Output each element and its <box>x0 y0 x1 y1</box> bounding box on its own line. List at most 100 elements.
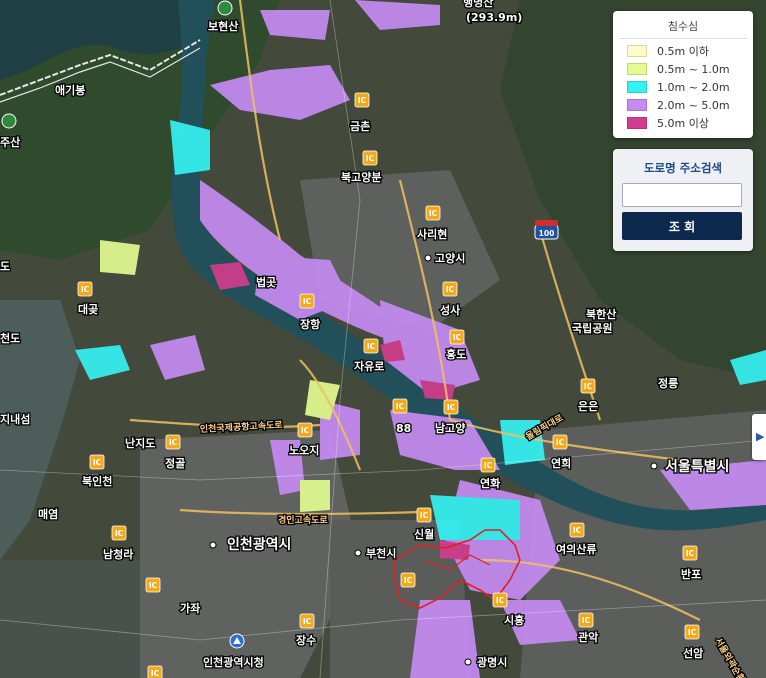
ic-label: IC <box>584 382 593 391</box>
place-banpo: 반포 <box>681 567 701 581</box>
place-nanjido: 난지도 <box>125 436 155 450</box>
ic-marker: IC <box>165 434 181 450</box>
address-search-input[interactable] <box>622 183 742 207</box>
legend-swatch <box>627 117 647 129</box>
ic-label: IC <box>404 576 413 585</box>
ic-label: IC <box>169 438 178 447</box>
legend-label: 5.0m 이상 <box>657 117 709 130</box>
place-geumchon: 금촌 <box>350 119 370 133</box>
place-yeouido: 여의산류 <box>556 542 596 556</box>
place-incheon-cityhall: 인천광역시청 <box>203 655 264 669</box>
ic-marker: IC <box>392 398 408 414</box>
legend-item: 5.0m 이상 <box>613 114 753 132</box>
place-gwanak: 관악 <box>578 630 598 644</box>
ic-label: IC <box>93 458 102 467</box>
ic-marker: IC <box>425 205 441 221</box>
ic-label: IC <box>366 154 375 163</box>
place-88: 88 <box>396 422 411 435</box>
place-bukhansan-l1: 북한산 <box>586 307 616 321</box>
ic-label: IC <box>447 403 456 412</box>
place-daegot: 대곶 <box>78 302 98 316</box>
ic-label: IC <box>115 529 124 538</box>
ic-marker: IC <box>111 525 127 541</box>
place-gajwa: 가좌 <box>180 601 200 615</box>
place-jangsu: 장수 <box>296 633 316 647</box>
place-gwangmyeong: 광명시 <box>477 655 507 669</box>
place-incheon-city: 인천광역시 <box>227 536 291 553</box>
ic-label: IC <box>396 402 405 411</box>
ic-marker: IC <box>578 612 594 628</box>
place-jinaeseom: 지내섬 <box>0 412 30 426</box>
place-seonam: 선암 <box>683 646 703 660</box>
mountain-icon <box>1 113 17 129</box>
road-gyeongin: 경인고속도로 <box>278 514 328 526</box>
legend-label: 2.0m ~ 5.0m <box>657 98 730 112</box>
place-sinwol: 신월 <box>414 527 434 541</box>
ic-marker: IC <box>580 378 596 394</box>
place-goyang: 고양시 <box>435 251 465 265</box>
place-jayuro: 자유로 <box>354 359 384 373</box>
place-bohyeonsan: 보현산 <box>208 19 238 33</box>
ic-marker: IC <box>354 92 370 108</box>
ic-label: IC <box>429 209 438 218</box>
ic-label: IC <box>686 549 695 558</box>
chevron-right-icon: ▶ <box>756 430 765 443</box>
legend-item: 2.0m ~ 5.0m <box>613 96 753 114</box>
place-jeonggol: 정골 <box>165 456 185 470</box>
address-search-panel: 도로명 주소검색 조 회 <box>613 149 753 251</box>
place-yeonhui: 연희 <box>551 456 571 470</box>
ic-marker: IC <box>363 338 379 354</box>
place-yeonhwa: 연화 <box>480 476 500 490</box>
place-bukinchon: 북인천 <box>82 474 112 488</box>
side-panel-toggle[interactable]: ▶ <box>752 414 766 460</box>
place-bukhansan-l2: 국립공원 <box>572 321 612 335</box>
ic-marker: IC <box>147 665 163 678</box>
ic-label: IC <box>151 669 160 678</box>
place-do: 도 <box>0 260 10 273</box>
legend-label: 0.5m 이하 <box>657 45 709 58</box>
place-eungam: 은은 <box>578 400 598 413</box>
ic-label: IC <box>582 616 591 625</box>
ic-marker: IC <box>145 577 161 593</box>
place-bucheon: 부천시 <box>366 546 396 560</box>
ic-label: IC <box>81 285 90 294</box>
ic-label: IC <box>446 285 455 294</box>
legend-swatch <box>627 45 647 57</box>
ic-marker: IC <box>552 434 568 450</box>
ic-label: IC <box>453 333 462 342</box>
ic-label: IC <box>556 438 565 447</box>
ic-label: IC <box>301 426 310 435</box>
ic-label: IC <box>688 628 697 637</box>
place-jeongneung: 정릉 <box>658 376 678 390</box>
ic-marker: IC <box>443 399 459 415</box>
search-title: 도로명 주소검색 <box>643 161 723 175</box>
legend-item: 1.0m ~ 2.0m <box>613 78 753 96</box>
legend-swatch <box>627 99 647 111</box>
place-hwamyeong: 행명산 <box>463 0 493 9</box>
ic-label: IC <box>484 461 493 470</box>
ic-label: IC <box>367 342 376 351</box>
ic-marker: IC <box>684 624 700 640</box>
ic-label: IC <box>420 511 429 520</box>
cityhall-icon <box>229 633 245 649</box>
ic-label: IC <box>303 617 312 626</box>
ic-marker: IC <box>89 454 105 470</box>
place-seoul: 서울특별시 <box>665 458 729 475</box>
place-siheung: 시흥 <box>504 613 524 627</box>
ic-label: IC <box>149 581 158 590</box>
ic-marker: IC <box>442 281 458 297</box>
legend-label: 0.5m ~ 1.0m <box>657 62 730 76</box>
place-maeyeom: 매염 <box>38 507 58 521</box>
place-hwado: 홍도 <box>446 347 466 361</box>
legend-item: 0.5m ~ 1.0m <box>613 60 753 78</box>
flood-depth-legend: 침수심 0.5m 이하 0.5m ~ 1.0m 1.0m ~ 2.0m 2.0m ~ … <box>613 11 753 138</box>
place-seongsa: 성사 <box>440 303 461 317</box>
legend-item: 0.5m 이하 <box>613 42 753 60</box>
place-saridan: 사리현 <box>417 227 447 241</box>
ic-label: IC <box>358 96 367 105</box>
ic-label: IC <box>303 297 312 306</box>
ic-label: IC <box>573 526 582 535</box>
place-chado: 천도 <box>0 331 20 345</box>
mountain-icon <box>217 0 233 16</box>
search-button[interactable]: 조 회 <box>622 212 742 240</box>
